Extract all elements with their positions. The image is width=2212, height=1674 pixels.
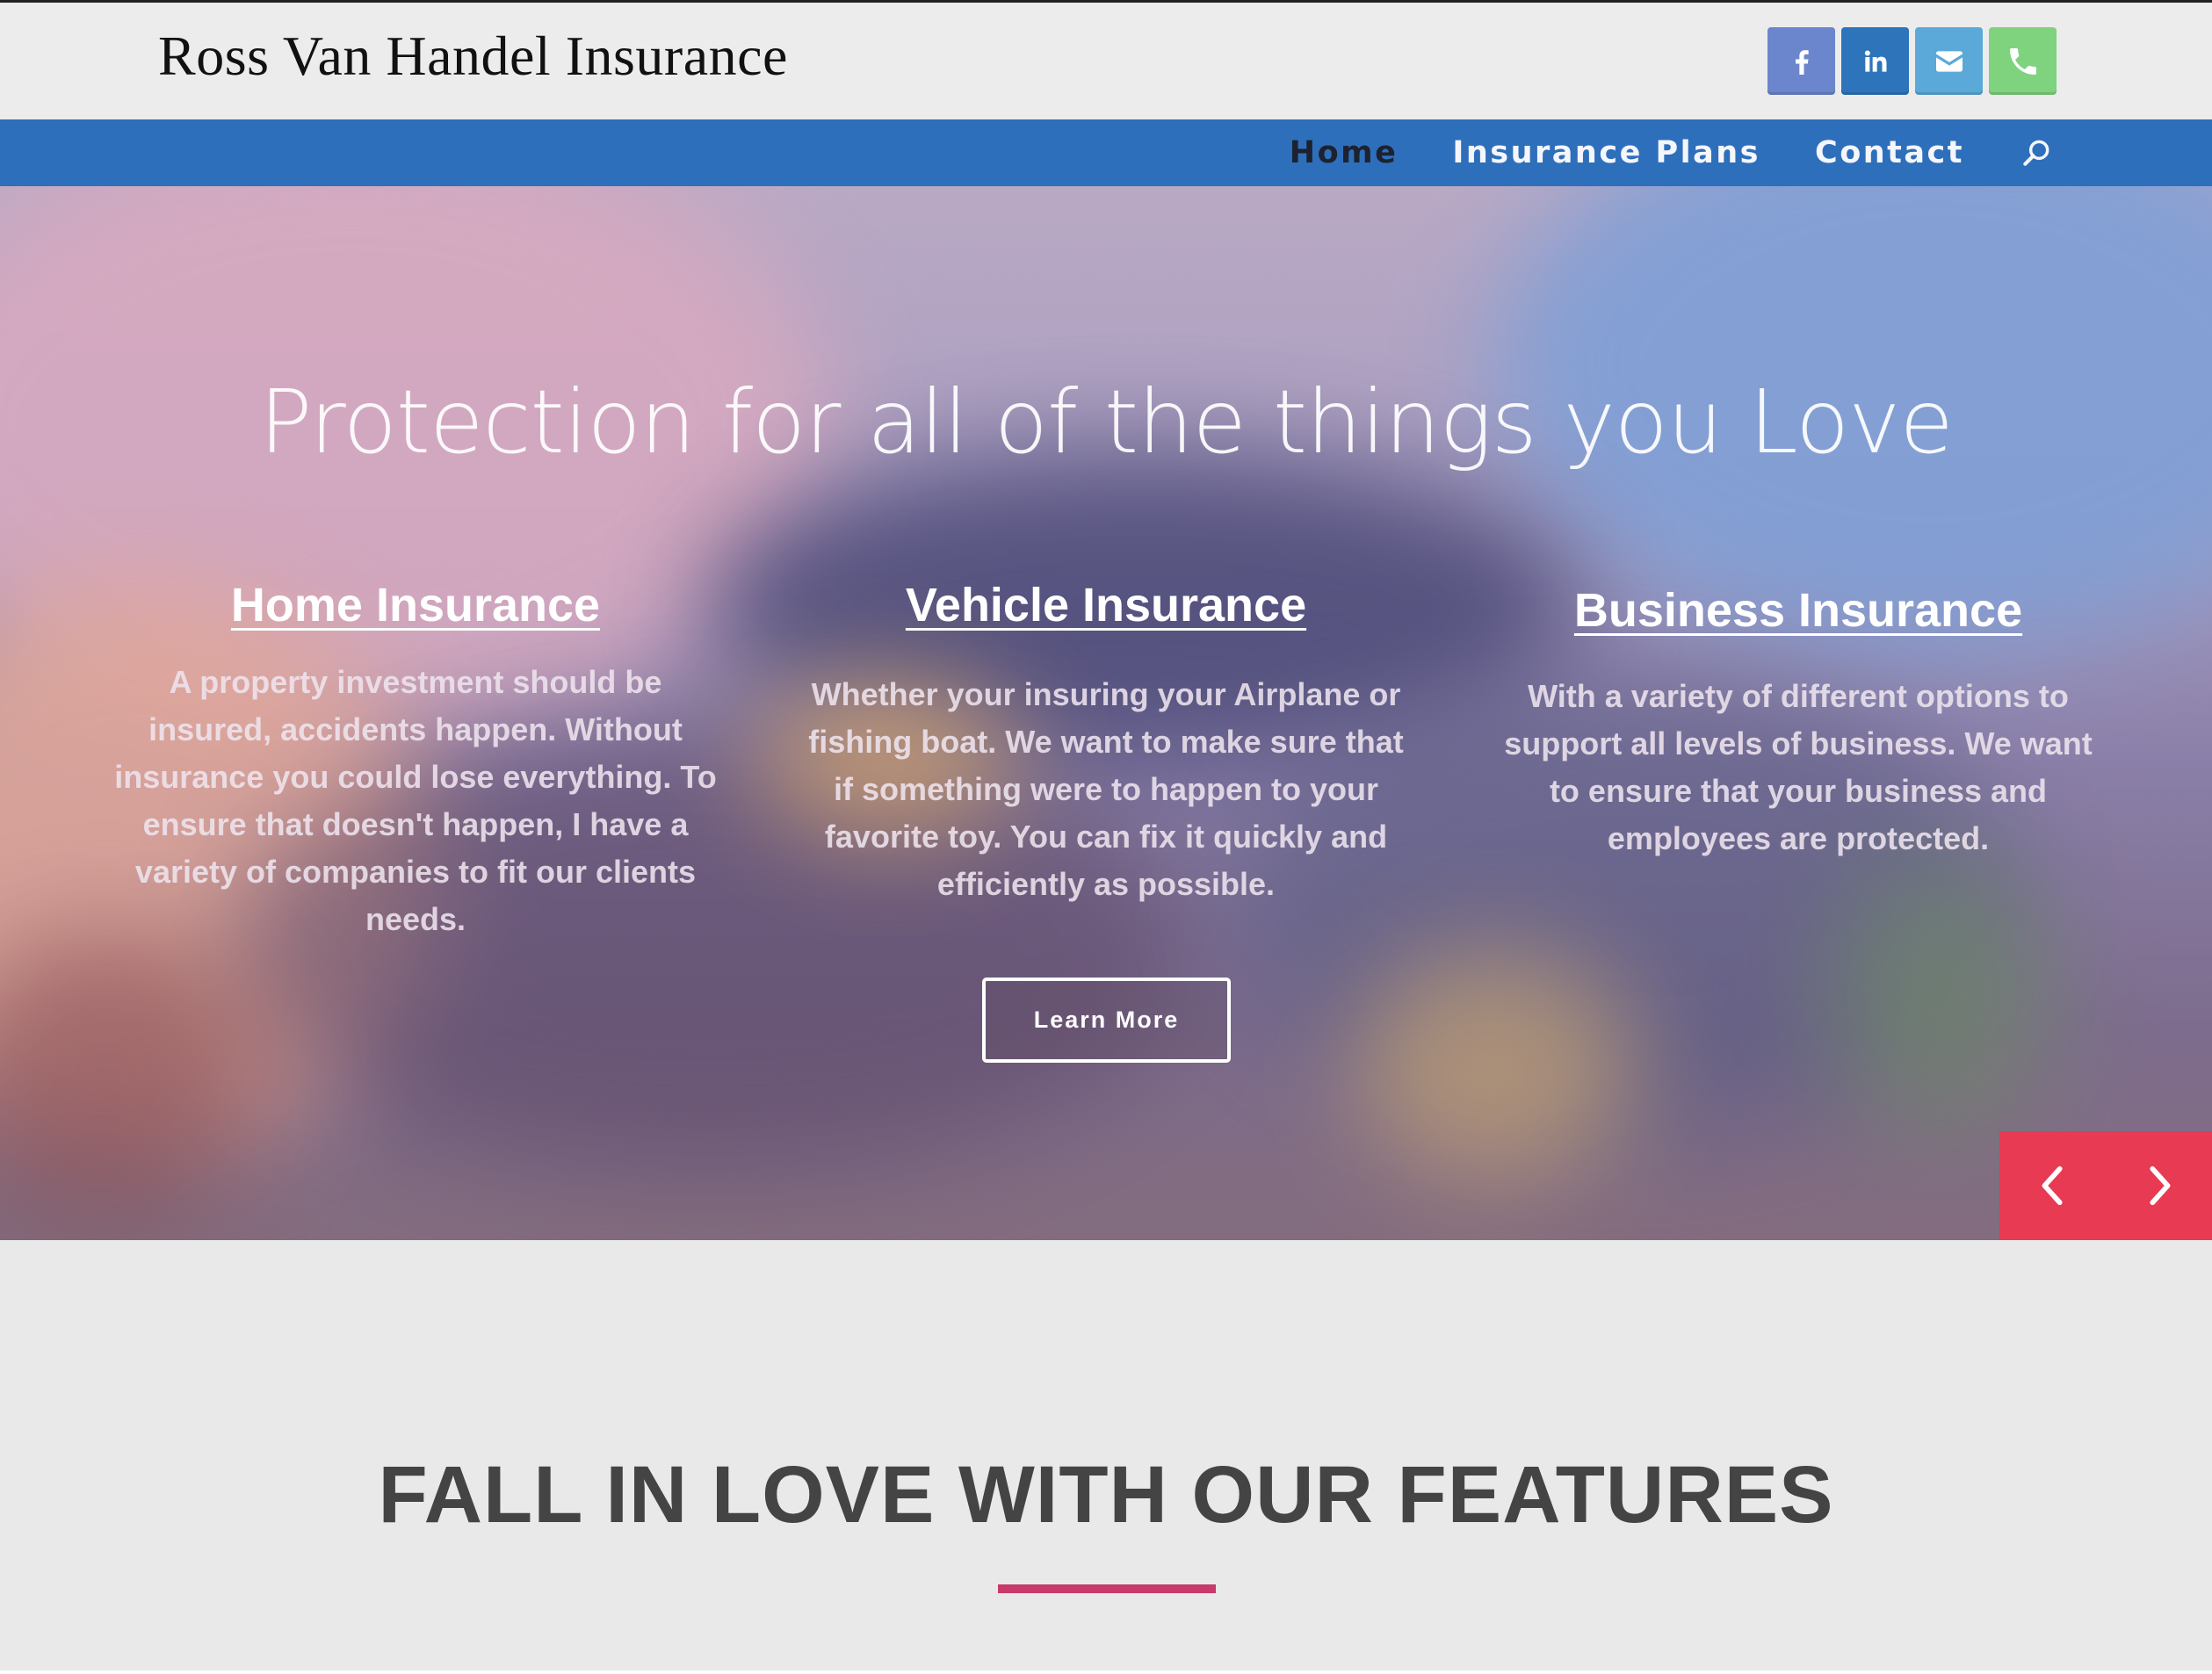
business-insurance-heading[interactable]: Business Insurance	[1491, 583, 2106, 638]
facebook-button[interactable]	[1767, 27, 1835, 95]
hero-content: Protection for all of the things you Lov…	[0, 186, 2212, 1240]
nav-item-insurance-plans[interactable]: Insurance Plans	[1452, 135, 1760, 170]
email-button[interactable]	[1915, 27, 1983, 95]
main-nav: Home Insurance Plans Contact	[0, 119, 2212, 186]
nav-item-contact[interactable]: Contact	[1815, 135, 1964, 170]
chevron-left-icon	[2042, 1165, 2063, 1206]
bottom-edge	[0, 1670, 2212, 1674]
feature-column-vehicle: Vehicle Insurance Whether your insuring …	[799, 578, 1413, 908]
home-insurance-text: A property investment should be insured,…	[114, 664, 717, 937]
vehicle-insurance-heading[interactable]: Vehicle Insurance	[799, 578, 1413, 632]
search-button[interactable]	[2019, 135, 2054, 170]
home-insurance-heading[interactable]: Home Insurance	[108, 578, 723, 632]
linkedin-icon	[1864, 50, 1886, 72]
slider-next-button[interactable]	[2106, 1131, 2212, 1240]
slider-controls	[1999, 1131, 2212, 1240]
nav-menu: Home Insurance Plans Contact	[1235, 119, 2054, 186]
features-divider	[998, 1584, 1216, 1593]
feature-column-home: Home Insurance A property investment sho…	[108, 578, 723, 943]
social-links	[1767, 27, 2057, 95]
nav-item-home[interactable]: Home	[1290, 135, 1399, 170]
learn-more-button[interactable]: Learn More	[982, 978, 1231, 1063]
chevron-right-icon	[2149, 1165, 2170, 1206]
business-insurance-text: With a variety of different options to s…	[1504, 678, 2093, 856]
phone-button[interactable]	[1989, 27, 2057, 95]
slider-prev-button[interactable]	[1999, 1131, 2106, 1240]
hero-slider: Protection for all of the things you Lov…	[0, 186, 2212, 1240]
features-title: FALL IN LOVE WITH OUR FEATURES	[378, 1450, 1834, 1540]
vehicle-insurance-text: Whether your insuring your Airplane or f…	[808, 676, 1404, 902]
site-header: Ross Van Handel Insurance	[0, 3, 2212, 119]
facebook-icon	[1795, 49, 1809, 75]
site-title[interactable]: Ross Van Handel Insurance	[158, 24, 788, 89]
search-icon	[2023, 140, 2049, 166]
email-icon	[1935, 50, 1963, 72]
linkedin-button[interactable]	[1841, 27, 1909, 95]
hero-title: Protection for all of the things you Lov…	[259, 371, 1954, 473]
phone-icon	[2009, 47, 2036, 75]
feature-column-business: Business Insurance With a variety of dif…	[1491, 583, 2106, 862]
